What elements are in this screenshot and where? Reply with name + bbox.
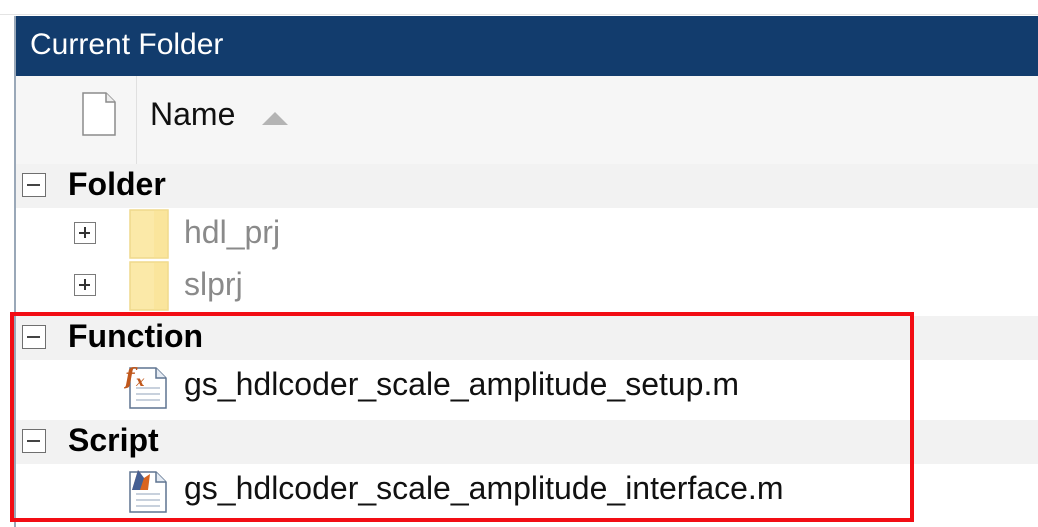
group-header-script[interactable]: Script <box>16 420 1038 464</box>
group-label-function: Function <box>68 318 204 354</box>
panel-titlebar[interactable]: Current Folder <box>16 16 1038 76</box>
file-name: gs_hdlcoder_scale_amplitude_setup.m <box>184 366 740 402</box>
top-strip <box>0 0 1038 15</box>
expand-hdl-prj-button[interactable] <box>74 222 96 244</box>
sort-ascending-icon[interactable] <box>260 110 290 126</box>
group-label-folder: Folder <box>68 166 166 202</box>
list-item-slprj[interactable]: slprj <box>16 260 1038 312</box>
collapse-folder-button[interactable] <box>22 173 46 197</box>
group-label-script: Script <box>68 422 159 458</box>
group-header-function[interactable]: Function <box>16 316 1038 360</box>
list-item-function-file[interactable]: f x gs_hdlcoder_scale_amplitude_setup.m <box>16 360 1038 412</box>
name-column-header[interactable]: Name <box>150 96 235 133</box>
group-header-folder[interactable]: Folder <box>16 164 1038 208</box>
list-item-hdl-prj[interactable]: hdl_prj <box>16 208 1038 260</box>
file-type-column-header[interactable] <box>66 76 137 164</box>
folder-name: slprj <box>184 266 243 302</box>
collapse-script-button[interactable] <box>22 429 46 453</box>
folder-icon <box>129 209 169 259</box>
list-item-script-file[interactable]: gs_hdlcoder_scale_amplitude_interface.m <box>16 464 1038 516</box>
column-header-row: Name <box>16 76 1038 165</box>
file-name: gs_hdlcoder_scale_amplitude_interface.m <box>184 470 784 506</box>
expand-slprj-button[interactable] <box>74 274 96 296</box>
collapse-function-button[interactable] <box>22 325 46 349</box>
function-file-icon: f x <box>124 364 167 409</box>
current-folder-panel: Current Folder Name Folder hdl_prj slprj… <box>14 16 1038 527</box>
script-file-icon <box>129 470 167 513</box>
document-icon <box>82 92 116 136</box>
folder-name: hdl_prj <box>184 214 281 250</box>
panel-title: Current Folder <box>30 28 224 61</box>
folder-icon <box>129 261 169 311</box>
svg-text:x: x <box>135 374 145 390</box>
